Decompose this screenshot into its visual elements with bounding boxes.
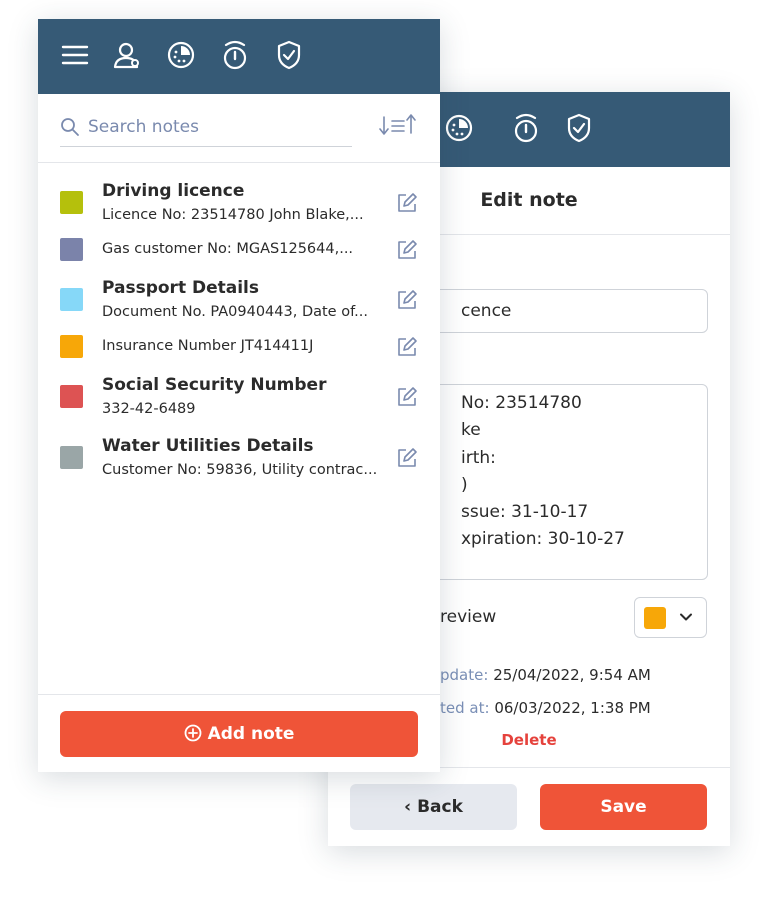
timer-icon[interactable] <box>220 38 250 72</box>
note-color-square <box>60 238 83 261</box>
note-body-line: No: 23514780 <box>461 393 582 413</box>
note-preview: 332-42-6489 <box>102 401 196 417</box>
note-title: Water Utilities Details <box>102 436 314 456</box>
edit-icon[interactable] <box>396 289 418 311</box>
created-meta: ted at: 06/03/2022, 1:38 PM <box>440 699 651 717</box>
search-input[interactable] <box>88 114 348 140</box>
preview-label: review <box>440 607 497 627</box>
back-button-label: Back <box>417 797 463 817</box>
edit-icon[interactable] <box>396 386 418 408</box>
note-preview: Insurance Number JT414411J <box>102 338 314 354</box>
edit-icon[interactable] <box>396 192 418 214</box>
edit-icon[interactable] <box>396 336 418 358</box>
search-icon <box>61 118 79 136</box>
chevron-down-icon <box>680 613 692 621</box>
save-button[interactable]: Save <box>540 784 707 830</box>
shield-icon[interactable] <box>274 38 304 72</box>
timer-icon[interactable] <box>511 111 541 145</box>
edit-icon[interactable] <box>396 239 418 261</box>
note-body-line: irth: <box>461 447 496 468</box>
sort-icon[interactable] <box>378 113 418 139</box>
color-select[interactable] <box>634 597 707 638</box>
note-color-square <box>60 288 83 311</box>
add-circle-icon <box>184 724 201 742</box>
color-swatch <box>644 607 666 629</box>
note-preview: Gas customer No: MGAS125644,... <box>102 241 354 257</box>
divider <box>38 162 440 163</box>
notes-list-footer: Add note <box>38 694 440 772</box>
note-body-line: xpiration: 30-10-27 <box>461 529 625 550</box>
note-color-square <box>60 191 83 214</box>
add-note-button[interactable]: Add note <box>60 711 418 757</box>
note-title: Passport Details <box>102 278 260 298</box>
note-body-line: ) <box>461 474 468 495</box>
edit-note-footer: ‹ Back Save <box>328 767 730 846</box>
note-preview: Document No. PA0940443, Date of... <box>102 304 368 320</box>
note-preview: Customer No: 59836, Utility contrac... <box>102 462 378 478</box>
edit-icon[interactable] <box>396 447 418 469</box>
note-body-line: ke <box>461 420 481 441</box>
back-chevron-icon: ‹ <box>404 797 418 817</box>
menu-icon[interactable] <box>60 38 90 72</box>
notes-list-panel: Driving licence Licence No: 23514780 Joh… <box>38 19 440 772</box>
back-button[interactable]: ‹ Back <box>350 784 517 830</box>
note-title: Social Security Number <box>102 375 327 395</box>
note-color-square <box>60 335 83 358</box>
shield-icon[interactable] <box>564 111 594 145</box>
notes-list-topbar <box>38 19 440 94</box>
created-key: ted at: <box>440 699 490 717</box>
dashboard-icon[interactable] <box>166 38 196 72</box>
last-update-value: 25/04/2022, 9:54 AM <box>493 666 651 684</box>
created-value: 06/03/2022, 1:38 PM <box>494 699 651 717</box>
note-body-line: ssue: 31-10-17 <box>461 502 589 523</box>
note-color-square <box>60 446 83 469</box>
profile-icon[interactable] <box>112 38 142 72</box>
last-update-meta: pdate: 25/04/2022, 9:54 AM <box>440 666 651 684</box>
search-bar <box>60 111 352 147</box>
note-preview: Licence No: 23514780 John Blake,... <box>102 207 364 223</box>
note-title: Driving licence <box>102 181 245 201</box>
dashboard-icon[interactable] <box>444 111 474 145</box>
add-note-label: Add note <box>207 724 295 744</box>
last-update-key: pdate: <box>440 666 489 684</box>
note-color-square <box>60 385 83 408</box>
